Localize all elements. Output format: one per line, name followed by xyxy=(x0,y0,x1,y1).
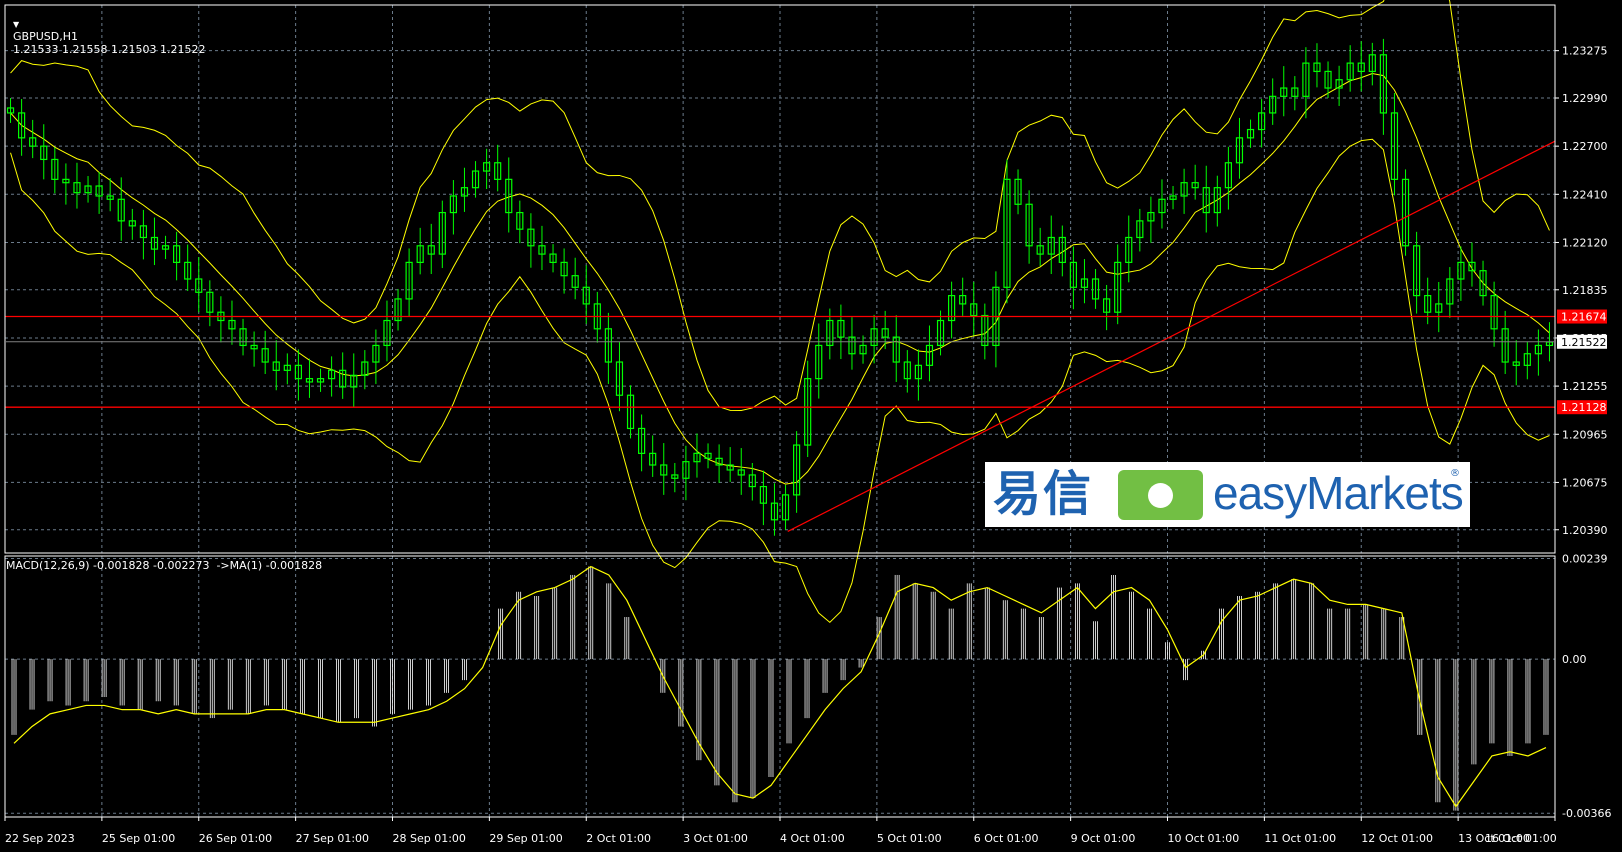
level-tag-label: 1.21128 xyxy=(1561,401,1607,414)
time-tick-label: 29 Sep 01:00 xyxy=(489,832,562,845)
macd-tick-label: 0.00239 xyxy=(1562,553,1608,566)
price-tick-label: 1.22700 xyxy=(1562,140,1608,153)
horizontal-levels: 1.21674 1.21128 xyxy=(5,309,1607,415)
price-tick-label: 1.20675 xyxy=(1562,476,1608,489)
grid xyxy=(4,5,1556,817)
time-tick-label: 12 Oct 01:00 xyxy=(1361,832,1433,845)
ohlc-values: 1.21533 1.21558 1.21503 1.21522 xyxy=(13,43,206,56)
symbol-label: GBPUSD,H1 xyxy=(13,30,78,43)
time-tick-label: 26 Sep 01:00 xyxy=(199,832,272,845)
time-tick-label: 5 Oct 01:00 xyxy=(877,832,942,845)
current-price-label: 1.21522 xyxy=(1561,336,1607,349)
easymarkets-logo: 易信 easyMarkets ® xyxy=(985,462,1470,527)
logo-chinese-text: 易信 xyxy=(993,466,1094,522)
price-tick-label: 1.22990 xyxy=(1562,92,1608,105)
time-tick-label: 28 Sep 01:00 xyxy=(393,832,466,845)
level-tag-label: 1.21674 xyxy=(1561,311,1607,324)
time-tick-label: 27 Sep 01:00 xyxy=(296,832,369,845)
price-tick-label: 1.21835 xyxy=(1562,284,1608,297)
time-tick-label: 10 Oct 01:00 xyxy=(1168,832,1240,845)
bollinger-band-line xyxy=(10,72,1550,485)
chart-area[interactable]: 1.21674 1.21128 1.23275 1.22990 1.22700 1.22… xyxy=(0,0,1622,852)
time-tick-label: 16 Oct 01:00 xyxy=(1485,832,1557,845)
price-tick-label: 1.22410 xyxy=(1562,188,1608,201)
logo-brand-text: easyMarkets xyxy=(1213,467,1464,519)
registered-mark: ® xyxy=(1450,468,1460,479)
time-tick-label: 11 Oct 01:00 xyxy=(1264,832,1336,845)
macd-signal-line xyxy=(13,565,1547,808)
time-tick-label: 9 Oct 01:00 xyxy=(1071,832,1136,845)
time-tick-label: 22 Sep 2023 xyxy=(5,832,75,845)
price-tick-label: 1.21255 xyxy=(1562,380,1608,393)
time-tick-label: 25 Sep 01:00 xyxy=(102,832,175,845)
time-tick-label: 3 Oct 01:00 xyxy=(683,832,748,845)
price-tick-label: 1.20390 xyxy=(1562,524,1608,537)
triangle-down-icon[interactable]: ▼ xyxy=(13,20,19,29)
price-tick-label: 1.20965 xyxy=(1562,428,1608,441)
time-tick-label: 4 Oct 01:00 xyxy=(780,832,845,845)
logo-mark-icon xyxy=(1118,470,1203,520)
macd-pane-border xyxy=(4,555,1556,818)
macd-tick-label: -0.00366 xyxy=(1562,807,1611,820)
macd-header: MACD(12,26,9) -0.001828 -0.002273 ->MA(1… xyxy=(6,559,323,572)
price-tick-label: 1.22120 xyxy=(1562,236,1608,249)
chart-header: ▼ GBPUSD,H1 1.21533 1.21558 1.21503 1.21… xyxy=(6,4,205,56)
time-tick-label: 6 Oct 01:00 xyxy=(974,832,1039,845)
price-tick-label: 1.23275 xyxy=(1562,45,1608,58)
macd-tick-label: 0.00 xyxy=(1562,653,1587,666)
time-tick-label: 2 Oct 01:00 xyxy=(586,832,651,845)
